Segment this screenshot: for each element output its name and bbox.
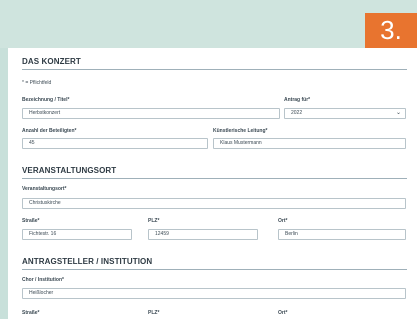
required-note: * = Pflichtfeld bbox=[22, 80, 52, 86]
bezeichnung-input[interactable]: Herbstkonzert bbox=[22, 108, 280, 119]
section-title-antragsteller: ANTRAGSTELLER / INSTITUTION bbox=[22, 257, 153, 266]
label-antragsteller-strasse: Straße* bbox=[22, 310, 40, 316]
ort-value: Berlin bbox=[285, 231, 298, 237]
antrag-select[interactable]: 2022 ⌄ bbox=[284, 108, 406, 119]
veranstaltungsort-value: Christuskirche bbox=[29, 200, 61, 206]
label-chor: Chor / Institution* bbox=[22, 277, 64, 283]
section-title-konzert: DAS KONZERT bbox=[22, 57, 81, 66]
label-antragsteller-plz: PLZ* bbox=[148, 310, 160, 316]
leitung-input[interactable]: Klaus Mustermann bbox=[213, 138, 406, 149]
label-bezeichnung: Bezeichnung / Titel* bbox=[22, 97, 70, 103]
section-divider bbox=[22, 69, 407, 70]
anzahl-input[interactable]: 45 bbox=[22, 138, 208, 149]
section-divider bbox=[22, 178, 407, 179]
plz-input[interactable]: 12459 bbox=[148, 229, 258, 240]
label-antrag: Antrag für* bbox=[284, 97, 311, 103]
label-strasse: Straße* bbox=[22, 218, 40, 224]
step-number-badge: 3. bbox=[365, 13, 417, 48]
chor-input[interactable]: Heißlocher bbox=[22, 288, 406, 299]
plz-value: 12459 bbox=[155, 231, 169, 237]
anzahl-value: 45 bbox=[29, 140, 35, 146]
veranstaltungsort-input[interactable]: Christuskirche bbox=[22, 198, 406, 209]
ort-input[interactable]: Berlin bbox=[278, 229, 406, 240]
strasse-input[interactable]: Fichtestr. 16 bbox=[22, 229, 132, 240]
chor-value: Heißlocher bbox=[29, 290, 54, 296]
label-antragsteller-ort: Ort* bbox=[278, 310, 288, 316]
form-card: DAS KONZERT * = Pflichtfeld Bezeichnung … bbox=[8, 48, 417, 319]
leitung-value: Klaus Mustermann bbox=[220, 140, 262, 146]
label-leitung: Künstlerische Leitung* bbox=[213, 128, 268, 134]
antrag-value: 2022 bbox=[291, 110, 303, 116]
label-ort: Ort* bbox=[278, 218, 288, 224]
label-plz: PLZ* bbox=[148, 218, 160, 224]
label-veranstaltungsort: Veranstaltungsort* bbox=[22, 186, 67, 192]
page-header-background bbox=[0, 0, 417, 48]
section-divider bbox=[22, 269, 407, 270]
chevron-down-icon: ⌄ bbox=[395, 110, 401, 116]
section-title-ort: VERANSTALTUNGSORT bbox=[22, 166, 117, 175]
label-anzahl: Anzahl der Beteiligten* bbox=[22, 128, 77, 134]
strasse-value: Fichtestr. 16 bbox=[29, 231, 57, 237]
bezeichnung-value: Herbstkonzert bbox=[29, 110, 61, 116]
